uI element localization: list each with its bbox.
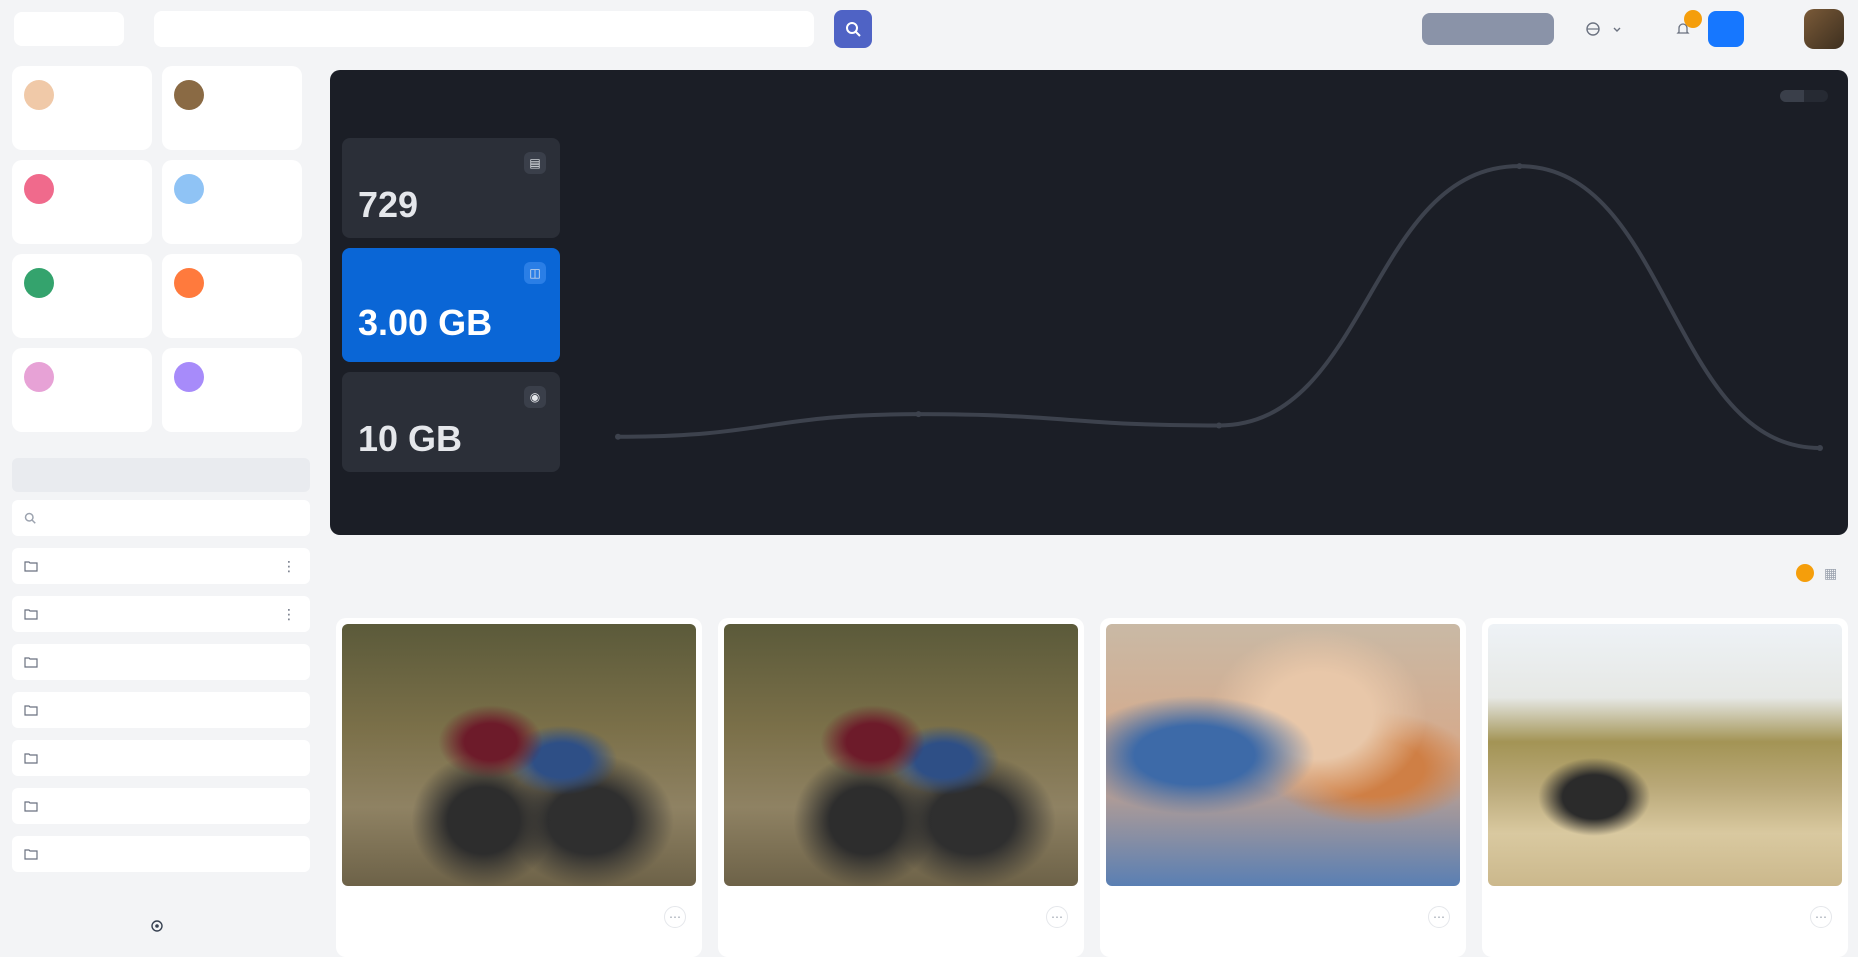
thumbnail-image[interactable] <box>724 624 1078 886</box>
stat-icon <box>174 268 204 298</box>
top-bar <box>0 0 1858 58</box>
folder-icon <box>24 561 38 572</box>
chevron-down-icon <box>1613 27 1621 32</box>
more-icon[interactable]: ⋯ <box>1046 906 1068 928</box>
metric-value: 3.00 GB <box>358 302 493 343</box>
brand-button[interactable] <box>14 12 124 46</box>
more-icon[interactable]: ⋮ <box>282 606 296 623</box>
more-icon[interactable]: ⋯ <box>1810 906 1832 928</box>
folder-item[interactable] <box>12 788 310 824</box>
notification-button[interactable] <box>1668 10 1702 44</box>
folder-icon <box>24 705 38 716</box>
usage-chart-svg <box>615 163 1823 451</box>
metric-card-files[interactable]: 729 ▤ <box>342 138 560 238</box>
folder-icon <box>24 849 38 860</box>
thumbnail-image[interactable] <box>1488 624 1842 886</box>
thumbnail-image[interactable] <box>1106 624 1460 886</box>
folder-icon <box>24 753 38 764</box>
stat-card[interactable] <box>12 160 152 244</box>
metric-value: 10 GB <box>358 418 463 459</box>
stat-card[interactable] <box>162 348 302 432</box>
globe-icon <box>1586 22 1600 36</box>
stat-icon <box>174 80 204 110</box>
stat-icon <box>24 268 54 298</box>
folder-icon <box>24 801 38 812</box>
overview-panel: 729 ▤ 3.00 GB ◫ 10 GB ◉ <box>330 70 1848 535</box>
more-icon[interactable]: ⋯ <box>1428 906 1450 928</box>
language-selector[interactable] <box>1576 13 1632 45</box>
data-point[interactable] <box>1516 163 1523 170</box>
file-icon: ▤ <box>524 152 546 174</box>
notification-badge <box>1684 10 1702 28</box>
stat-card[interactable] <box>12 348 152 432</box>
metric-value: 729 <box>358 184 419 225</box>
file-card[interactable]: ⋯ <box>718 618 1084 957</box>
file-cards: ⋯ ⋯ ⋯ ⋯ <box>336 618 1848 957</box>
upload-button[interactable] <box>1422 13 1554 45</box>
view-controls: ▦ <box>1796 564 1840 582</box>
stats-grid <box>12 66 310 432</box>
thumbnail-image[interactable] <box>342 624 696 886</box>
file-card[interactable]: ⋯ <box>1482 618 1848 957</box>
folder-item[interactable]: ⋮ <box>12 596 310 632</box>
sidebar: ⋮ ⋮ <box>12 66 310 957</box>
stat-card[interactable] <box>162 160 302 244</box>
stat-card[interactable] <box>12 66 152 150</box>
data-point[interactable] <box>1216 422 1222 429</box>
manage-folders-button[interactable] <box>12 904 310 948</box>
series-line <box>617 164 1821 450</box>
stat-card[interactable] <box>162 66 302 150</box>
folder-icon <box>24 609 38 620</box>
stat-icon <box>24 80 54 110</box>
folders-title <box>12 458 310 492</box>
disk-icon: ◉ <box>524 386 546 408</box>
stat-icon <box>24 174 54 204</box>
folder-item[interactable] <box>12 836 310 872</box>
grid-view-icon[interactable]: ▦ <box>1824 565 1840 581</box>
file-card[interactable]: ⋯ <box>1100 618 1466 957</box>
folder-icon <box>24 657 38 668</box>
usage-chart <box>578 118 1840 518</box>
status-dot <box>1796 564 1814 582</box>
folder-item[interactable]: ⋮ <box>12 548 310 584</box>
more-icon[interactable]: ⋮ <box>282 558 296 575</box>
data-point[interactable] <box>615 433 621 440</box>
more-icon[interactable]: ⋯ <box>664 906 686 928</box>
folder-item[interactable] <box>12 740 310 776</box>
stat-card[interactable] <box>12 254 152 338</box>
data-point[interactable] <box>1817 445 1823 451</box>
data-point[interactable] <box>915 411 922 418</box>
search-icon <box>24 512 36 524</box>
app-launcher-button[interactable] <box>1708 11 1744 47</box>
search-box[interactable] <box>154 11 814 47</box>
range-selector[interactable] <box>1780 90 1828 102</box>
metric-card-used[interactable]: 3.00 GB ◫ <box>342 248 560 362</box>
stat-icon <box>174 174 204 204</box>
folder-item[interactable] <box>12 692 310 728</box>
stat-card[interactable] <box>162 254 302 338</box>
folder-item[interactable] <box>12 644 310 680</box>
settings-icon <box>151 920 163 932</box>
stat-icon <box>174 362 204 392</box>
avatar[interactable] <box>1804 9 1844 49</box>
storage-icon: ◫ <box>524 262 546 284</box>
folder-search-input[interactable] <box>12 500 310 536</box>
folder-list: ⋮ ⋮ <box>12 548 310 872</box>
folders-panel: ⋮ ⋮ <box>12 458 310 872</box>
range-option[interactable] <box>1780 90 1804 102</box>
metric-card-total[interactable]: 10 GB ◉ <box>342 372 560 472</box>
search-button[interactable] <box>834 10 872 48</box>
file-card[interactable]: ⋯ <box>336 618 702 957</box>
search-icon <box>846 22 861 37</box>
stat-icon <box>24 362 54 392</box>
content-tabs <box>336 560 364 568</box>
range-option[interactable] <box>1804 90 1828 102</box>
